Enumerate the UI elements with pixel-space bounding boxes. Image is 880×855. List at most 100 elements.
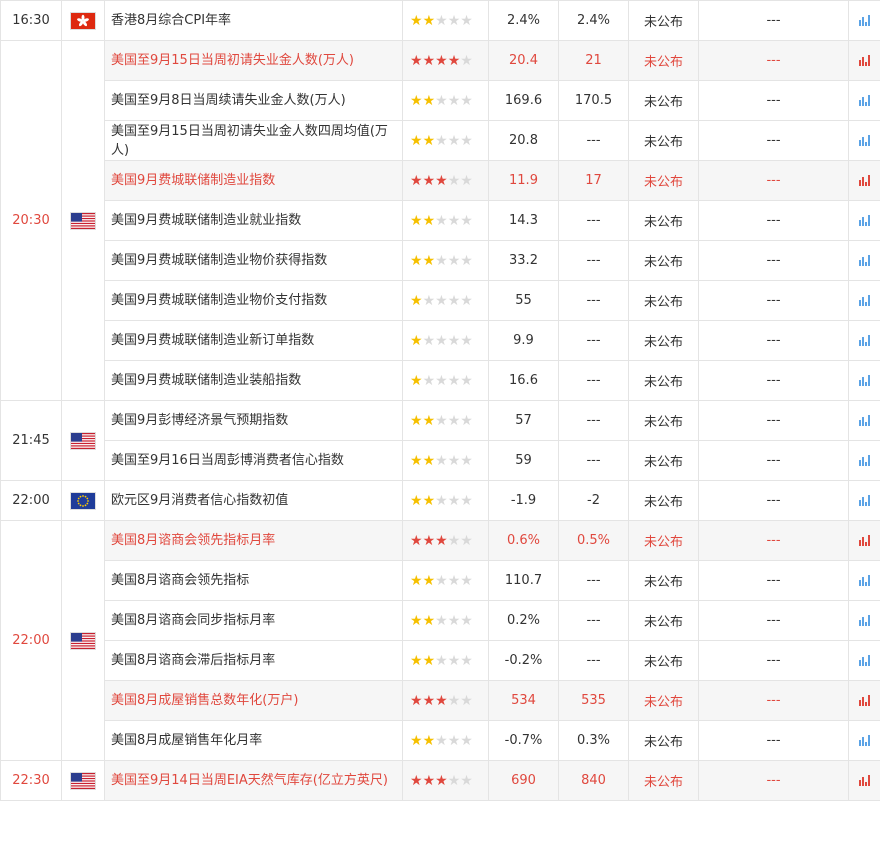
chart-cell[interactable] bbox=[848, 680, 880, 721]
star-icon: ★ bbox=[447, 332, 461, 349]
bar-chart-icon[interactable] bbox=[858, 775, 871, 786]
actual-value: 未公布 bbox=[628, 40, 699, 81]
chart-cell[interactable] bbox=[848, 720, 880, 761]
actual-value: 未公布 bbox=[628, 480, 699, 521]
star-icon: ★ bbox=[435, 252, 448, 269]
event-name[interactable]: 美国9月费城联储制造业物价支付指数 bbox=[104, 280, 403, 321]
bar-chart-icon[interactable] bbox=[858, 695, 871, 706]
impact-value: --- bbox=[698, 320, 849, 361]
impact-value: --- bbox=[698, 720, 849, 761]
actual-value: 未公布 bbox=[628, 160, 699, 201]
event-name[interactable]: 美国8月谘商会领先指标月率 bbox=[104, 520, 403, 561]
previous-value: 33.2 bbox=[488, 240, 559, 281]
event-row: 美国9月费城联储制造业就业指数 ★★★★★ 14.3 --- 未公布 --- bbox=[1, 200, 880, 241]
bar-chart-icon[interactable] bbox=[858, 295, 871, 306]
star-icon: ★ bbox=[410, 52, 423, 69]
chart-cell[interactable] bbox=[848, 480, 880, 521]
event-row: 22:00 欧元区9月消费者信心指数初值 ★★★★★ -1.9 -2 未公布 --- bbox=[0, 480, 880, 521]
bar-chart-icon[interactable] bbox=[858, 495, 871, 506]
star-icon: ★ bbox=[447, 12, 461, 29]
chart-cell[interactable] bbox=[848, 40, 880, 81]
star-icon: ★ bbox=[410, 572, 423, 589]
event-name[interactable]: 美国9月费城联储制造业就业指数 bbox=[104, 200, 403, 241]
event-name[interactable]: 美国至9月8日当周续请失业金人数(万人) bbox=[104, 80, 403, 121]
previous-value: 2.4% bbox=[488, 0, 559, 41]
star-icon: ★ bbox=[447, 172, 461, 189]
chart-cell[interactable] bbox=[848, 400, 880, 441]
bar-chart-icon[interactable] bbox=[858, 535, 871, 546]
chart-cell[interactable] bbox=[848, 240, 880, 281]
bar-chart-icon[interactable] bbox=[858, 735, 871, 746]
chart-cell[interactable] bbox=[848, 440, 880, 481]
chart-cell[interactable] bbox=[848, 560, 880, 601]
event-row: 美国9月费城联储制造业物价支付指数 ★★★★★ 55 --- 未公布 --- bbox=[1, 280, 880, 321]
bar-chart-icon[interactable] bbox=[858, 215, 871, 226]
star-icon: ★ bbox=[447, 252, 461, 269]
star-icon: ★ bbox=[422, 572, 436, 589]
event-name[interactable]: 美国9月费城联储制造业新订单指数 bbox=[104, 320, 403, 361]
event-time: 22:00 bbox=[0, 520, 62, 761]
star-icon: ★ bbox=[422, 612, 436, 629]
star-icon: ★ bbox=[410, 172, 423, 189]
actual-value: 未公布 bbox=[628, 560, 699, 601]
bar-chart-icon[interactable] bbox=[858, 375, 871, 386]
event-name[interactable]: 美国9月费城联储制造业装船指数 bbox=[104, 360, 403, 401]
chart-cell[interactable] bbox=[848, 160, 880, 201]
event-name[interactable]: 美国至9月15日当周初请失业金人数四周均值(万人) bbox=[104, 120, 403, 161]
event-name[interactable]: 美国9月彭博经济景气预期指数 bbox=[104, 400, 403, 441]
chart-cell[interactable] bbox=[848, 0, 880, 41]
chart-cell[interactable] bbox=[848, 200, 880, 241]
chart-cell[interactable] bbox=[848, 520, 880, 561]
star-icon: ★ bbox=[435, 292, 448, 309]
event-name[interactable]: 美国8月成屋销售年化月率 bbox=[104, 720, 403, 761]
star-icon: ★ bbox=[460, 252, 473, 269]
bar-chart-icon[interactable] bbox=[858, 55, 871, 66]
event-name[interactable]: 欧元区9月消费者信心指数初值 bbox=[104, 480, 403, 521]
actual-value: 未公布 bbox=[628, 440, 699, 481]
bar-chart-icon[interactable] bbox=[858, 255, 871, 266]
bar-chart-icon[interactable] bbox=[858, 455, 871, 466]
event-name[interactable]: 美国8月成屋销售总数年化(万户) bbox=[104, 680, 403, 721]
bar-chart-icon[interactable] bbox=[858, 95, 871, 106]
bar-chart-icon[interactable] bbox=[858, 15, 871, 26]
star-icon: ★ bbox=[410, 652, 423, 669]
event-name[interactable]: 美国至9月15日当周初请失业金人数(万人) bbox=[104, 40, 403, 81]
country-flag-cell bbox=[61, 760, 105, 801]
bar-chart-icon[interactable] bbox=[858, 175, 871, 186]
chart-cell[interactable] bbox=[848, 360, 880, 401]
star-icon: ★ bbox=[422, 252, 436, 269]
event-name[interactable]: 美国至9月16日当周彭博消费者信心指数 bbox=[104, 440, 403, 481]
bar-chart-icon[interactable] bbox=[858, 135, 871, 146]
chart-cell[interactable] bbox=[848, 760, 880, 801]
chart-cell[interactable] bbox=[848, 320, 880, 361]
bar-chart-icon[interactable] bbox=[858, 415, 871, 426]
event-name[interactable]: 美国8月谘商会同步指标月率 bbox=[104, 600, 403, 641]
event-name[interactable]: 美国8月谘商会滞后指标月率 bbox=[104, 640, 403, 681]
star-icon: ★ bbox=[435, 332, 448, 349]
event-name[interactable]: 美国至9月14日当周EIA天然气库存(亿立方英尺) bbox=[104, 760, 403, 801]
star-icon: ★ bbox=[410, 492, 423, 509]
impact-value: --- bbox=[698, 560, 849, 601]
chart-cell[interactable] bbox=[848, 640, 880, 681]
event-name[interactable]: 美国9月费城联储制造业指数 bbox=[104, 160, 403, 201]
bar-chart-icon[interactable] bbox=[858, 335, 871, 346]
star-icon: ★ bbox=[435, 92, 448, 109]
star-icon: ★ bbox=[460, 612, 473, 629]
impact-value: --- bbox=[698, 480, 849, 521]
chart-cell[interactable] bbox=[848, 120, 880, 161]
star-icon: ★ bbox=[447, 492, 461, 509]
bar-chart-icon[interactable] bbox=[858, 575, 871, 586]
chart-cell[interactable] bbox=[848, 600, 880, 641]
star-icon: ★ bbox=[435, 372, 448, 389]
event-name[interactable]: 香港8月综合CPI年率 bbox=[104, 0, 403, 41]
bar-chart-icon[interactable] bbox=[858, 655, 871, 666]
event-row: 美国至9月16日当周彭博消费者信心指数 ★★★★★ 59 --- 未公布 --- bbox=[1, 440, 880, 481]
bar-chart-icon[interactable] bbox=[858, 615, 871, 626]
event-name[interactable]: 美国9月费城联储制造业物价获得指数 bbox=[104, 240, 403, 281]
actual-value: 未公布 bbox=[628, 720, 699, 761]
chart-cell[interactable] bbox=[848, 80, 880, 121]
forecast-value: 170.5 bbox=[558, 80, 629, 121]
actual-value: 未公布 bbox=[628, 400, 699, 441]
chart-cell[interactable] bbox=[848, 280, 880, 321]
event-name[interactable]: 美国8月谘商会领先指标 bbox=[104, 560, 403, 601]
